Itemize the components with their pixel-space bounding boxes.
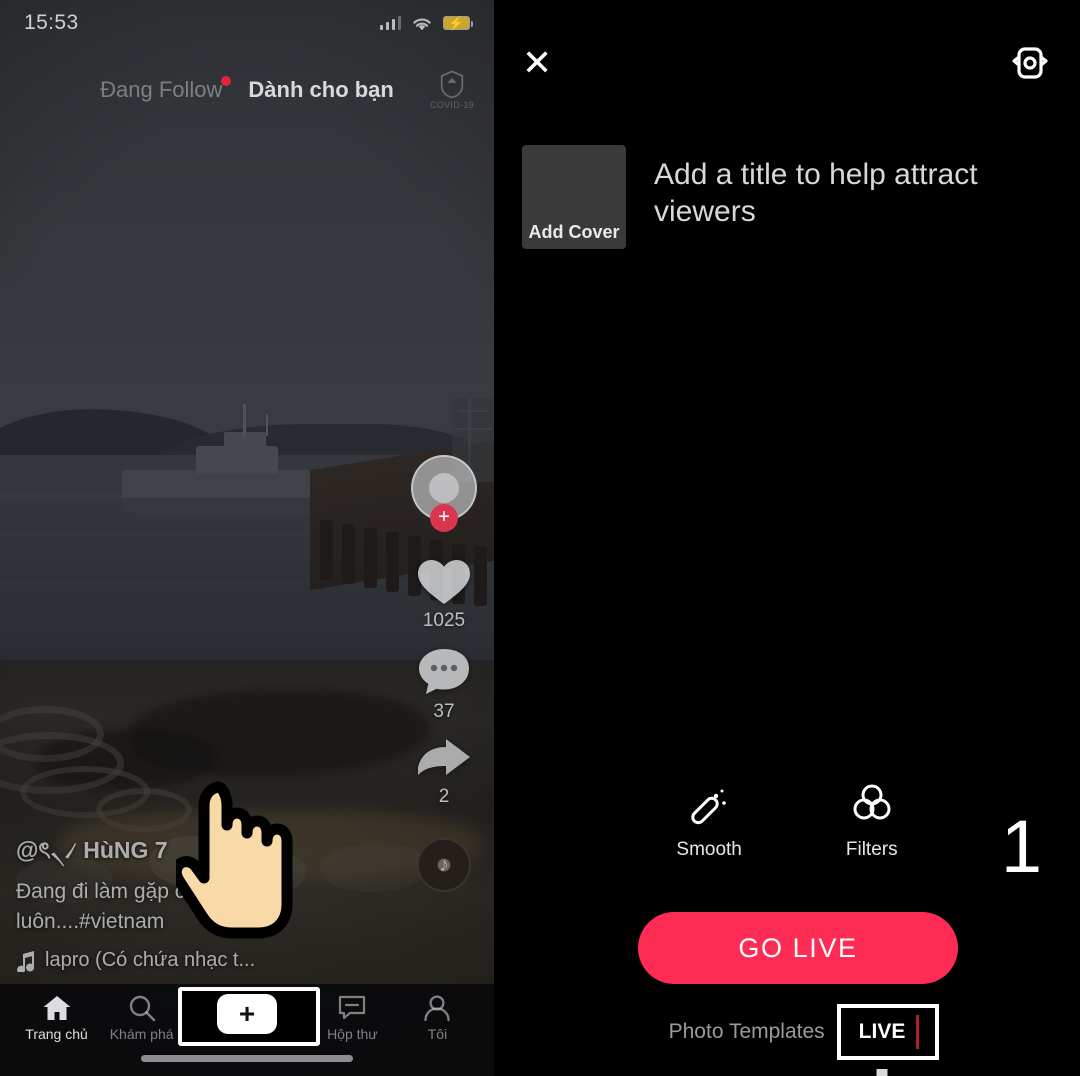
sidebar-item-profile[interactable]: Tôi bbox=[395, 994, 480, 1042]
search-icon bbox=[129, 995, 155, 1022]
live-setup-panel: ✕ Add Cover Add a title to help attract … bbox=[494, 0, 1080, 1076]
sidebar-item-home[interactable]: Trang chủ bbox=[14, 994, 99, 1042]
tab-danh-cho-ban[interactable]: Dành cho bạn bbox=[248, 77, 393, 103]
live-tools-row: Smooth Filters bbox=[494, 783, 1080, 861]
go-live-button[interactable]: GO LIVE bbox=[638, 912, 958, 984]
sidebar-item-discover[interactable]: Khám phá bbox=[99, 994, 184, 1042]
video-description: Đang đi làm gặp các luôn....#vietnam bbox=[16, 880, 208, 934]
filters-label: Filters bbox=[845, 839, 898, 860]
like-button[interactable]: 1025 bbox=[416, 557, 472, 632]
nav-label-discover: Khám phá bbox=[109, 1026, 174, 1042]
text-cursor bbox=[916, 1015, 920, 1049]
bottom-nav: Trang chủ Khám phá + Hộp thư Tôi bbox=[0, 984, 494, 1076]
mode-photo-templates[interactable]: Photo Templates bbox=[669, 1020, 825, 1044]
share-button[interactable]: 2 bbox=[416, 737, 472, 808]
live-title-input[interactable]: Add a title to help attract viewers bbox=[654, 145, 1024, 249]
capture-mode-selector: Photo Templates LIVE bbox=[494, 1002, 1080, 1076]
feed-top-tabs: Đang Follow Dành cho bạn bbox=[0, 70, 494, 110]
tiktok-feed-panel: 15:53 ⚡ Đang Follow Dành cho bạn COVID-1… bbox=[0, 0, 494, 1076]
nav-label-inbox: Hộp thư bbox=[327, 1026, 378, 1042]
caption-block: @ৎ৲৴ HùNG 7 Đang đi làm gặp các luôn....… bbox=[16, 832, 426, 972]
username-text: @ৎ৲৴ HùNG 7 bbox=[16, 837, 168, 864]
live-badge-dot bbox=[221, 76, 232, 86]
action-rail: + 1025 37 2 ♪ bbox=[402, 455, 486, 892]
live-top-bar: ✕ bbox=[494, 34, 1080, 92]
music-row[interactable]: lapro (Có chứa nhạc t... bbox=[16, 949, 426, 972]
battery-charging-icon: ⚡ bbox=[443, 16, 474, 30]
comment-button[interactable]: 37 bbox=[416, 646, 472, 723]
music-title: lapro (Có chứa nhạc t... bbox=[45, 949, 256, 971]
covid-info-button[interactable]: COVID-19 bbox=[424, 62, 480, 118]
mode-live-label: LIVE bbox=[858, 1020, 906, 1043]
nav-label-home: Trang chủ bbox=[25, 1026, 88, 1042]
tab-dang-follow-label: Đang Follow bbox=[100, 77, 223, 102]
go-live-label: GO LIVE bbox=[738, 932, 858, 963]
step-number-annotation: 1 bbox=[1000, 805, 1042, 888]
music-note-icon bbox=[17, 950, 35, 972]
screenshot-root: 15:53 ⚡ Đang Follow Dành cho bạn COVID-1… bbox=[0, 0, 1080, 1076]
avatar-follow-group[interactable]: + bbox=[411, 455, 477, 532]
wifi-icon bbox=[413, 18, 431, 30]
status-time: 15:53 bbox=[24, 11, 79, 34]
disc-note-glyph: ♪ bbox=[439, 853, 449, 876]
person-icon bbox=[424, 995, 451, 1022]
covid-label: COVID-19 bbox=[430, 100, 474, 110]
like-count: 1025 bbox=[422, 610, 466, 631]
tab-dang-follow[interactable]: Đang Follow bbox=[100, 76, 232, 103]
nav-label-profile: Tôi bbox=[427, 1026, 448, 1042]
comment-count: 37 bbox=[433, 701, 455, 722]
mode-live[interactable]: LIVE bbox=[858, 1015, 920, 1049]
sidebar-item-inbox[interactable]: Hộp thư bbox=[310, 994, 395, 1042]
avatar[interactable]: + bbox=[411, 455, 477, 532]
share-arrow-icon bbox=[418, 739, 470, 775]
close-icon[interactable]: ✕ bbox=[522, 45, 552, 81]
cellular-signal-icon bbox=[379, 16, 401, 30]
inbox-icon bbox=[339, 995, 366, 1020]
shield-icon bbox=[440, 70, 464, 99]
status-bar: 15:53 ⚡ bbox=[0, 0, 494, 46]
magic-wand-icon bbox=[691, 789, 726, 825]
heart-icon bbox=[418, 560, 470, 604]
filters-button[interactable]: Filters bbox=[846, 783, 898, 861]
selected-mode-indicator bbox=[876, 1069, 888, 1076]
plus-create-icon[interactable]: + bbox=[210, 994, 284, 1034]
tab-danh-cho-ban-label: Dành cho bạn bbox=[248, 77, 394, 102]
filters-circles-icon bbox=[853, 784, 891, 820]
follow-plus-badge[interactable]: + bbox=[430, 504, 458, 532]
username[interactable]: @ৎ৲৴ HùNG 7 bbox=[16, 832, 426, 871]
create-button-wrapper[interactable]: + bbox=[178, 987, 321, 1046]
add-cover-label: Add Cover bbox=[528, 222, 620, 242]
cover-title-row: Add Cover Add a title to help attract vi… bbox=[522, 145, 1052, 249]
smooth-label: Smooth bbox=[676, 839, 742, 860]
smooth-button[interactable]: Smooth bbox=[676, 783, 742, 861]
home-icon bbox=[43, 996, 71, 1020]
camera-flip-icon[interactable] bbox=[1008, 43, 1052, 83]
comment-icon bbox=[419, 649, 469, 694]
add-cover-button[interactable]: Add Cover bbox=[522, 145, 626, 249]
plus-glyph: + bbox=[238, 998, 256, 1029]
home-indicator bbox=[141, 1055, 353, 1062]
share-count: 2 bbox=[438, 786, 450, 807]
mode-live-wrapper[interactable]: LIVE bbox=[836, 1004, 939, 1076]
